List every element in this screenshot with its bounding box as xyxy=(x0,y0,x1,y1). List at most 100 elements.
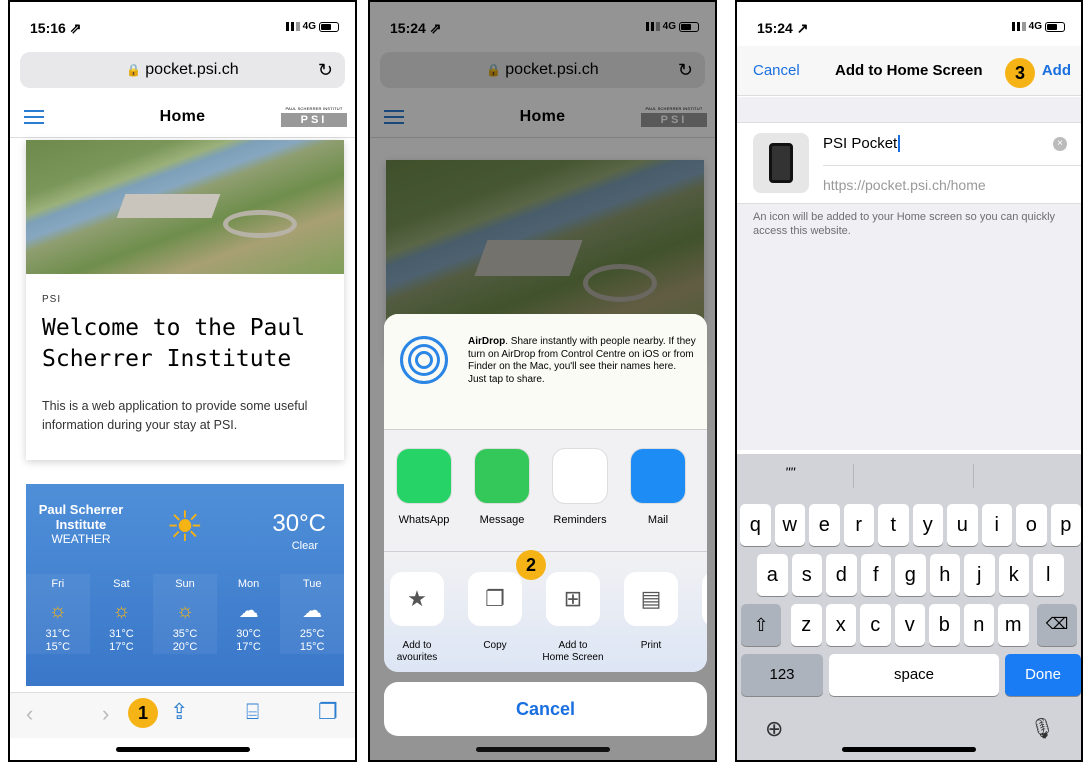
key-s[interactable]: s xyxy=(791,554,822,596)
signal-indicator: 4G xyxy=(1011,21,1065,32)
cloud-icon: ☁ xyxy=(238,600,259,622)
message-icon[interactable] xyxy=(474,448,530,504)
tabs-icon[interactable]: ❐ xyxy=(318,699,338,725)
key-r[interactable]: r xyxy=(843,504,874,546)
share-app-label: Mail xyxy=(647,514,669,526)
key-q[interactable]: q xyxy=(740,504,771,546)
suggestion-item[interactable]: "" xyxy=(785,464,795,480)
home-indicator xyxy=(115,747,250,752)
key-d[interactable]: d xyxy=(826,554,857,596)
key-i[interactable]: i xyxy=(981,504,1012,546)
forward-icon[interactable]: › xyxy=(102,701,109,727)
key-o[interactable]: o xyxy=(1016,504,1047,546)
forecast-day-label: Sun xyxy=(175,578,195,590)
current-temperature: 30°C xyxy=(272,510,326,537)
url-text: pocket.psi.ch xyxy=(145,61,239,78)
cancel-button[interactable]: Cancel xyxy=(753,62,800,79)
bookmarks-icon[interactable]: ⌸ xyxy=(246,699,259,725)
key-b[interactable]: b xyxy=(929,604,960,646)
share-action-icon[interactable]: ⊞ xyxy=(546,572,600,626)
key-u[interactable]: u xyxy=(947,504,978,546)
airdrop-section[interactable]: AirDrop. Share instantly with people nea… xyxy=(384,314,707,430)
space-key[interactable]: space xyxy=(829,654,999,696)
numbers-key[interactable]: 123 xyxy=(741,654,823,696)
status-time: 15:16 ⇗ xyxy=(30,20,82,36)
shift-key[interactable]: ⇧ xyxy=(741,604,781,646)
share-action-icon[interactable]: ★ xyxy=(390,572,444,626)
key-g[interactable]: g xyxy=(895,554,926,596)
phone-screen-3: 15:24 ↗ 4G Cancel Add to Home Screen Add… xyxy=(735,0,1083,762)
share-action-icon[interactable]: ❐ xyxy=(468,572,522,626)
add-button[interactable]: Add xyxy=(1042,62,1071,79)
whatsapp-icon[interactable] xyxy=(396,448,452,504)
share-cancel-button[interactable]: Cancel xyxy=(384,682,707,736)
forecast-low: 15°C xyxy=(299,641,325,653)
forecast-day-label: Fri xyxy=(51,578,65,590)
key-k[interactable]: k xyxy=(998,554,1029,596)
phone-screen-2: 15:24 ⇗ 4G 🔒 pocket.psi.ch ↻ Home PAUL SC… xyxy=(368,0,717,762)
microphone-icon[interactable]: 🎙 xyxy=(1030,716,1055,741)
key-l[interactable]: l xyxy=(1033,554,1064,596)
key-a[interactable]: a xyxy=(757,554,788,596)
key-h[interactable]: h xyxy=(929,554,960,596)
mail-icon[interactable] xyxy=(630,448,686,504)
share-action-label: Add to Home Screen xyxy=(542,640,604,663)
reload-icon[interactable]: ↻ xyxy=(318,52,333,88)
name-input[interactable]: PSI Pocket xyxy=(823,135,901,152)
key-f[interactable]: f xyxy=(860,554,891,596)
key-v[interactable]: v xyxy=(894,604,925,646)
delete-key[interactable]: ⌫ xyxy=(1037,604,1077,646)
forecast-low: 20°C xyxy=(172,641,198,653)
address-bar[interactable]: 🔒 pocket.psi.ch ↻ xyxy=(20,52,345,88)
forecast-low: 15°C xyxy=(45,641,71,653)
clear-icon[interactable]: × xyxy=(1053,137,1067,151)
aerial-photo xyxy=(26,140,344,274)
signal-icon xyxy=(285,22,300,31)
share-action-icon[interactable]: ▤ xyxy=(624,572,678,626)
airdrop-icon xyxy=(400,336,448,384)
key-e[interactable]: e xyxy=(809,504,840,546)
status-bar: 15:16 ⇗ 4G xyxy=(10,2,355,46)
share-app-label: WhatsApp xyxy=(398,514,450,526)
keyboard: "" qwertyuiop asdfghjkl zxcvbnm ⇧ ⌫ 123 … xyxy=(737,454,1081,760)
done-key[interactable]: Done xyxy=(1005,654,1081,696)
back-icon[interactable]: ‹ xyxy=(26,701,33,727)
forecast-day: Sun ☼ 35°C 20°C xyxy=(153,574,217,654)
reminders-icon[interactable] xyxy=(552,448,608,504)
key-y[interactable]: y xyxy=(912,504,943,546)
key-j[interactable]: j xyxy=(964,554,995,596)
key-z[interactable]: z xyxy=(791,604,822,646)
share-action-label: Requ Deskto xyxy=(687,640,707,664)
welcome-body: This is a web application to provide som… xyxy=(42,399,308,432)
battery-icon xyxy=(319,21,339,32)
key-x[interactable]: x xyxy=(825,604,856,646)
key-n[interactable]: n xyxy=(963,604,994,646)
share-icon[interactable]: ⇪ xyxy=(170,699,188,725)
share-sheet: AirDrop. Share instantly with people nea… xyxy=(384,314,707,672)
share-app-label: Reminders xyxy=(553,514,607,526)
key-p[interactable]: p xyxy=(1050,504,1081,546)
lock-icon: 🔒 xyxy=(126,63,142,77)
share-app-label: Message xyxy=(479,514,525,526)
share-action-icon[interactable]: ▭ xyxy=(702,572,707,626)
key-w[interactable]: w xyxy=(774,504,805,546)
home-indicator xyxy=(842,747,976,752)
key-t[interactable]: t xyxy=(878,504,909,546)
key-m[interactable]: m xyxy=(998,604,1029,646)
globe-icon[interactable]: ⊕ xyxy=(765,716,783,742)
share-actions-row: ★ Add to avourites ❐ Copy ⊞ Add to Home Scree… xyxy=(384,552,707,672)
forecast-day-label: Sat xyxy=(113,578,130,590)
forecast-day: Tue ☁ 25°C 15°C xyxy=(280,574,344,654)
signal-indicator: 4G xyxy=(285,21,339,32)
weather-widget: Paul Scherrer Institute WEATHER ☀ 30°C C… xyxy=(26,484,344,686)
forecast-day: Mon ☁ 30°C 17°C xyxy=(217,574,281,654)
key-c[interactable]: c xyxy=(860,604,891,646)
share-apps-row: WhatsApp Message Reminders Mail Ad xyxy=(384,430,707,552)
forecast-high: 30°C xyxy=(236,628,261,640)
forecast-low: 17°C xyxy=(109,641,134,653)
weather-location-1: Paul Scherrer xyxy=(38,502,124,517)
url-field: https://pocket.psi.ch/home xyxy=(823,177,986,193)
forecast-high: 35°C xyxy=(172,628,198,640)
welcome-heading: Welcome to the Paul Scherrer Institute xyxy=(42,315,306,372)
share-app-label: Ad xyxy=(696,514,707,526)
